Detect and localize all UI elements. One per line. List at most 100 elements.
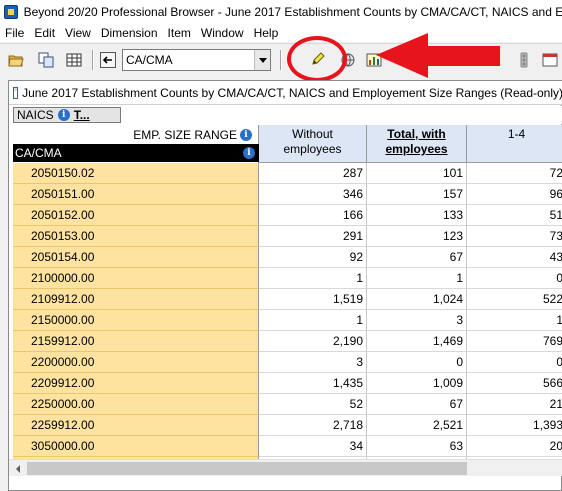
row-label[interactable]: 2050150.02 <box>13 163 259 184</box>
row-label[interactable]: 2050151.00 <box>13 184 259 205</box>
row-label[interactable]: 2050154.00 <box>13 247 259 268</box>
table-cell[interactable]: 566 <box>467 373 562 394</box>
table-cell[interactable]: 1,009 <box>367 373 467 394</box>
table-cell[interactable]: 1 <box>467 310 562 331</box>
title-bar: Beyond 20/20 Professional Browser - June… <box>0 0 562 24</box>
menu-item[interactable]: Item <box>163 26 196 40</box>
table-cell[interactable]: 287 <box>259 163 367 184</box>
table-cell[interactable]: 0 <box>467 352 562 373</box>
table-cell[interactable]: 166 <box>259 205 367 226</box>
naics-label: NAICS <box>17 108 54 122</box>
table-cell[interactable]: 92 <box>259 247 367 268</box>
menu-edit[interactable]: Edit <box>29 26 60 40</box>
dimension-select[interactable]: CA/CMA <box>122 49 271 71</box>
annotation-circle <box>287 36 347 82</box>
table-cell[interactable]: 291 <box>259 226 367 247</box>
table-cell[interactable]: 1,024 <box>367 289 467 310</box>
table-cell[interactable]: 20 <box>467 436 562 457</box>
table-cell[interactable]: 43 <box>467 247 562 268</box>
back-arrow-icon[interactable] <box>100 52 116 68</box>
row-label[interactable]: 2050153.00 <box>13 226 259 247</box>
row-label[interactable]: 2150000.00 <box>13 310 259 331</box>
table-cell[interactable]: 34 <box>259 436 367 457</box>
toolbar-separator <box>280 50 282 70</box>
table-cell[interactable]: 769 <box>467 331 562 352</box>
row-label[interactable]: 2100000.00 <box>13 268 259 289</box>
info-icon[interactable]: i <box>57 109 70 121</box>
scroll-left-icon[interactable] <box>9 460 26 477</box>
table-cell[interactable]: 101 <box>367 163 467 184</box>
row-label[interactable]: 2109912.00 <box>13 289 259 310</box>
info-icon[interactable]: i <box>243 147 255 159</box>
traffic-light-icon[interactable] <box>516 52 532 68</box>
table-cell[interactable]: 67 <box>367 247 467 268</box>
grid-corner-header: EMP. SIZE RANGE i CA/CMA i <box>13 125 259 163</box>
table-row: 2250000.00 52 67 21 <box>13 394 562 415</box>
table-cell[interactable]: 0 <box>467 268 562 289</box>
menu-view[interactable]: View <box>60 26 96 40</box>
horizontal-scrollbar[interactable] <box>9 459 562 476</box>
emp-size-range-header[interactable]: EMP. SIZE RANGE i <box>133 128 252 142</box>
row-label[interactable]: 3050000.00 <box>13 436 259 457</box>
menu-dimension[interactable]: Dimension <box>96 26 163 40</box>
table-cell[interactable]: 67 <box>367 394 467 415</box>
menu-window[interactable]: Window <box>196 26 249 40</box>
column-header-line: employees <box>385 142 448 156</box>
table-cell[interactable]: 3 <box>259 352 367 373</box>
row-label[interactable]: 2159912.00 <box>13 331 259 352</box>
table-cell[interactable]: 522 <box>467 289 562 310</box>
document-title: June 2017 Establishment Counts by CMA/CA… <box>22 85 562 100</box>
column-header-line: 1-4 <box>507 127 526 141</box>
table-cell[interactable]: 72 <box>467 163 562 184</box>
table-cell[interactable]: 123 <box>367 226 467 247</box>
table-cell[interactable]: 1,519 <box>259 289 367 310</box>
menu-help[interactable]: Help <box>249 26 284 40</box>
table-cell[interactable]: 51 <box>467 205 562 226</box>
table-cell[interactable]: 2,521 <box>367 415 467 436</box>
row-label[interactable]: 2250000.00 <box>13 394 259 415</box>
menu-file[interactable]: File <box>0 26 29 40</box>
table-cell[interactable]: 21 <box>467 394 562 415</box>
table-cell[interactable]: 133 <box>367 205 467 226</box>
column-header-total-with-employees[interactable]: Total, with employees <box>367 125 467 163</box>
copy-icon[interactable] <box>38 52 54 68</box>
table-cell[interactable]: 96 <box>467 184 562 205</box>
window-icon[interactable] <box>542 52 558 68</box>
document-title-bar: June 2017 Establishment Counts by CMA/CA… <box>9 81 562 105</box>
info-icon[interactable]: i <box>240 129 252 141</box>
table-cell[interactable]: 52 <box>259 394 367 415</box>
table-cell[interactable]: 1 <box>259 310 367 331</box>
table-cell[interactable]: 1 <box>259 268 367 289</box>
open-folder-icon[interactable] <box>8 52 24 68</box>
table-view-icon[interactable] <box>66 52 82 68</box>
table-cell[interactable]: 73 <box>467 226 562 247</box>
row-label[interactable]: 2259912.00 <box>13 415 259 436</box>
table-cell[interactable]: 1,435 <box>259 373 367 394</box>
table-cell[interactable]: 1,393 <box>467 415 562 436</box>
table-row: 2050152.00 166 133 51 <box>13 205 562 226</box>
table-cell[interactable]: 3 <box>367 310 467 331</box>
table-cell[interactable]: 0 <box>367 352 467 373</box>
table-cell[interactable]: 1,469 <box>367 331 467 352</box>
naics-dimension-chip[interactable]: NAICS i T... <box>13 107 121 123</box>
table-cell[interactable]: 157 <box>367 184 467 205</box>
table-cell[interactable]: 63 <box>367 436 467 457</box>
chevron-down-icon[interactable] <box>254 50 270 70</box>
column-header-1-4[interactable]: 1-4 <box>467 125 562 163</box>
toolbar-separator <box>92 50 94 70</box>
column-header-without-employees[interactable]: Without employees <box>259 125 367 163</box>
row-label[interactable]: 2209912.00 <box>13 373 259 394</box>
dimension-select-value: CA/CMA <box>126 53 173 67</box>
table-cell[interactable]: 1 <box>367 268 467 289</box>
table-row: 2150000.00 1 3 1 <box>13 310 562 331</box>
ca-cma-dimension-header[interactable]: CA/CMA i <box>13 144 259 162</box>
table-cell[interactable]: 2,718 <box>259 415 367 436</box>
naics-value[interactable]: T... <box>74 108 90 122</box>
table-cell[interactable]: 2,190 <box>259 331 367 352</box>
scrollbar-thumb[interactable] <box>27 462 467 475</box>
row-label[interactable]: 2050152.00 <box>13 205 259 226</box>
ca-cma-label: CA/CMA <box>15 146 62 160</box>
table-cell[interactable]: 346 <box>259 184 367 205</box>
table-row: 2159912.00 2,190 1,469 769 <box>13 331 562 352</box>
row-label[interactable]: 2200000.00 <box>13 352 259 373</box>
